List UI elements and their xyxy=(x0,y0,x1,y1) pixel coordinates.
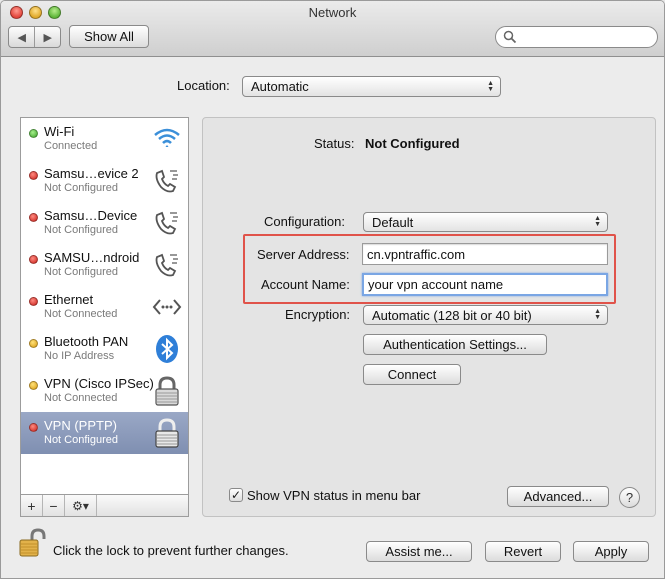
lock-icon xyxy=(155,376,179,406)
location-select[interactable]: Automatic ▲ ▼ xyxy=(242,76,501,97)
status-dot xyxy=(29,381,38,390)
window-title: Network xyxy=(308,5,357,20)
service-item-samsung-android[interactable]: SAMSU…ndroid Not Configured xyxy=(21,244,188,286)
gear-menu-button[interactable]: ⚙▾ xyxy=(65,495,97,516)
phone-icon xyxy=(155,211,178,235)
status-dot xyxy=(29,297,38,306)
service-name: Wi-Fi xyxy=(44,124,75,139)
service-name: VPN (PPTP) xyxy=(44,418,117,433)
advanced-button[interactable]: Advanced... xyxy=(507,486,609,507)
location-value: Automatic xyxy=(251,79,309,94)
add-service-button[interactable]: + xyxy=(21,495,43,516)
service-name: VPN (Cisco IPSec) xyxy=(44,376,154,391)
service-status: Not Connected xyxy=(44,308,118,320)
service-name: Bluetooth PAN xyxy=(44,334,129,349)
lock-status-text: Click the lock to prevent further change… xyxy=(53,543,289,558)
updown-arrows-icon: ▲ ▼ xyxy=(487,79,494,93)
service-item-samsung-device[interactable]: Samsu…Device Not Configured xyxy=(21,202,188,244)
service-name: Ethernet xyxy=(44,292,94,307)
chevron-left-icon: ◀ xyxy=(17,31,26,44)
service-item-vpn-pptp[interactable]: VPN (PPTP) Not Configured xyxy=(21,412,188,454)
annotation-highlight-box xyxy=(243,234,616,304)
status-dot xyxy=(29,339,38,348)
encryption-select[interactable]: Automatic (128 bit or 40 bit) ▲ ▼ xyxy=(363,305,608,325)
service-item-ethernet[interactable]: Ethernet Not Connected xyxy=(21,286,188,328)
service-item-wifi[interactable]: Wi-Fi Connected xyxy=(21,118,188,160)
encryption-value: Automatic (128 bit or 40 bit) xyxy=(372,307,532,323)
updown-arrows-icon: ▲ ▼ xyxy=(594,215,601,228)
show-vpn-status-label: Show VPN status in menu bar xyxy=(247,488,421,503)
encryption-label: Encryption: xyxy=(285,307,351,322)
apply-button[interactable]: Apply xyxy=(573,541,649,562)
remove-service-button[interactable]: − xyxy=(43,495,65,516)
chevron-right-icon: ▶ xyxy=(43,31,52,44)
service-item-samsung-device-2[interactable]: Samsu…evice 2 Not Configured xyxy=(21,160,188,202)
forward-button[interactable]: ▶ xyxy=(34,27,60,47)
search-input[interactable] xyxy=(495,26,658,48)
service-status: Connected xyxy=(44,140,98,152)
show-vpn-status-checkbox[interactable]: ✓ xyxy=(229,488,243,502)
assist-me-button[interactable]: Assist me... xyxy=(366,541,472,562)
checkmark-icon: ✓ xyxy=(230,488,242,502)
service-item-vpn-cisco[interactable]: VPN (Cisco IPSec) Not Connected xyxy=(21,370,188,412)
status-dot xyxy=(29,171,38,180)
service-status: Not Configured xyxy=(44,266,118,278)
status-dot xyxy=(29,423,38,432)
service-name: SAMSU…ndroid xyxy=(44,250,140,265)
revert-button[interactable]: Revert xyxy=(485,541,561,562)
bluetooth-icon xyxy=(156,335,178,363)
service-name: Samsu…Device xyxy=(44,208,138,223)
phone-icon xyxy=(155,169,178,193)
configuration-value: Default xyxy=(372,214,414,230)
ethernet-icon xyxy=(152,299,182,315)
updown-arrows-icon: ▲ ▼ xyxy=(594,308,601,321)
location-label: Location: xyxy=(177,78,230,93)
service-status: Not Configured xyxy=(44,434,118,446)
wifi-icon xyxy=(154,128,180,147)
configuration-select[interactable]: Default ▲ ▼ xyxy=(363,212,608,232)
configuration-label: Configuration: xyxy=(264,214,345,229)
service-status: Not Configured xyxy=(44,224,118,236)
phone-icon xyxy=(155,253,178,277)
toolbar: Network ◀ ▶ Show All xyxy=(1,1,664,57)
service-list: Wi-Fi Connected Samsu…evice 2 Not Config… xyxy=(20,117,189,517)
service-status: Not Configured xyxy=(44,182,118,194)
service-name: Samsu…evice 2 xyxy=(44,166,139,181)
service-status: No IP Address xyxy=(44,350,115,362)
status-value: Not Configured xyxy=(365,136,460,151)
authentication-settings-button[interactable]: Authentication Settings... xyxy=(363,334,547,355)
status-dot xyxy=(29,213,38,222)
lock-icon xyxy=(155,418,179,448)
search-icon xyxy=(503,30,517,44)
network-preferences-window: Network ◀ ▶ Show All Location: Automatic… xyxy=(0,0,665,579)
help-button[interactable]: ? xyxy=(619,487,640,508)
status-label: Status: xyxy=(314,136,355,151)
question-icon: ? xyxy=(625,490,634,505)
service-list-controls: + − ⚙▾ xyxy=(21,494,188,516)
back-button[interactable]: ◀ xyxy=(9,27,34,47)
nav-back-forward: ◀ ▶ xyxy=(8,26,61,48)
unlocked-padlock-icon[interactable] xyxy=(18,528,46,558)
connect-button[interactable]: Connect xyxy=(363,364,461,385)
service-status: Not Connected xyxy=(44,392,118,404)
status-dot xyxy=(29,129,38,138)
status-dot xyxy=(29,255,38,264)
service-item-bluetooth-pan[interactable]: Bluetooth PAN No IP Address xyxy=(21,328,188,370)
gear-icon: ⚙▾ xyxy=(72,498,89,513)
show-all-button[interactable]: Show All xyxy=(69,25,149,48)
